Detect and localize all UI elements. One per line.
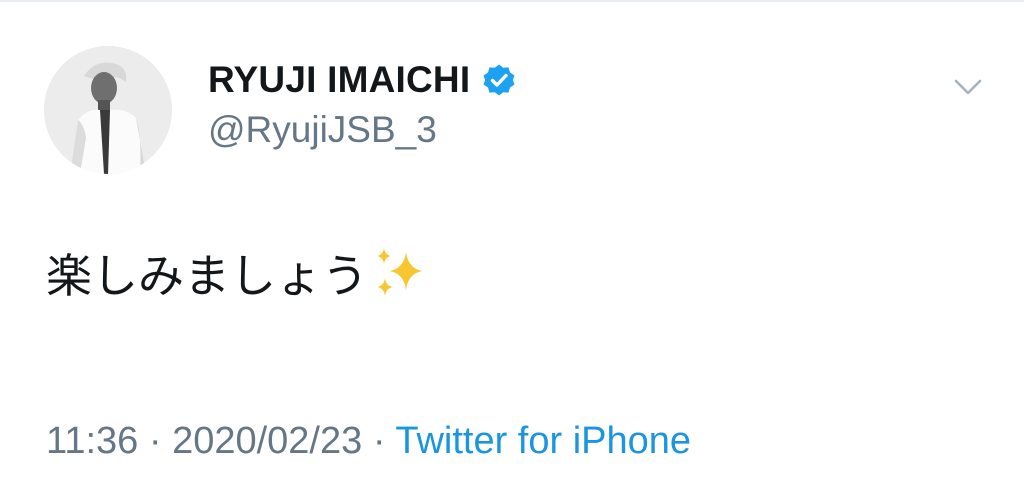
- verified-badge-icon: [483, 64, 515, 96]
- tweet-text: 楽しみましょう: [46, 240, 430, 306]
- user-handle[interactable]: @RyujiJSB_3: [208, 109, 437, 151]
- sparkles-icon: [377, 248, 422, 296]
- chevron-down-icon[interactable]: [948, 72, 988, 102]
- display-name-row: RYUJI IMAICHI: [208, 58, 516, 102]
- meta-separator-2: ·: [372, 420, 386, 462]
- avatar[interactable]: [44, 46, 172, 174]
- tweet-meta: 11:36 · 2020/02/23 · Twitter for iPhone: [46, 420, 691, 463]
- tweet-date[interactable]: 2020/02/23: [172, 420, 362, 462]
- tweet-card: RYUJI IMAICHI @RyujiJSB_3 楽しみましょう 11:36 …: [0, 0, 1024, 491]
- tweet-text-content: 楽しみましょう: [46, 249, 368, 303]
- tweet-time[interactable]: 11:36: [46, 420, 138, 462]
- display-name[interactable]: RYUJI IMAICHI: [208, 59, 470, 101]
- avatar-photo: [44, 46, 172, 174]
- meta-separator-1: ·: [148, 420, 162, 462]
- tweet-source-link[interactable]: Twitter for iPhone: [395, 420, 691, 462]
